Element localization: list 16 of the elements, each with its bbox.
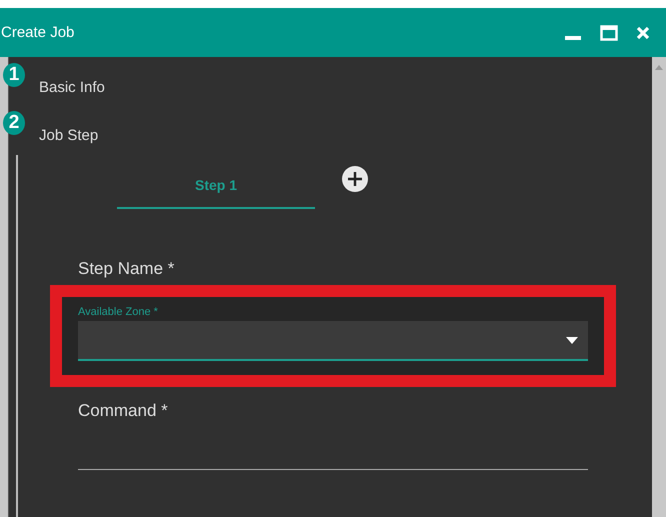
step-number: 1 [3, 63, 25, 87]
dropdown-caret-icon [566, 336, 578, 344]
add-icon[interactable] [341, 165, 369, 193]
field-label: Command * [78, 401, 169, 421]
select-field[interactable] [78, 321, 588, 361]
window-title: Create Job [1, 24, 74, 41]
maximize-icon[interactable] [600, 24, 618, 42]
text-field[interactable]: Step Name * [38, 247, 600, 291]
step-label[interactable]: Basic Info [39, 78, 105, 96]
step-label[interactable]: Job Step [39, 126, 98, 144]
step-number: 2 [3, 111, 25, 135]
step-tab[interactable]: Step 1 [117, 163, 315, 209]
close-icon[interactable] [636, 26, 650, 40]
field-label: Available Zone * [78, 306, 159, 318]
text-field[interactable]: Command * [38, 389, 600, 482]
field-label: Step Name * [78, 259, 176, 279]
